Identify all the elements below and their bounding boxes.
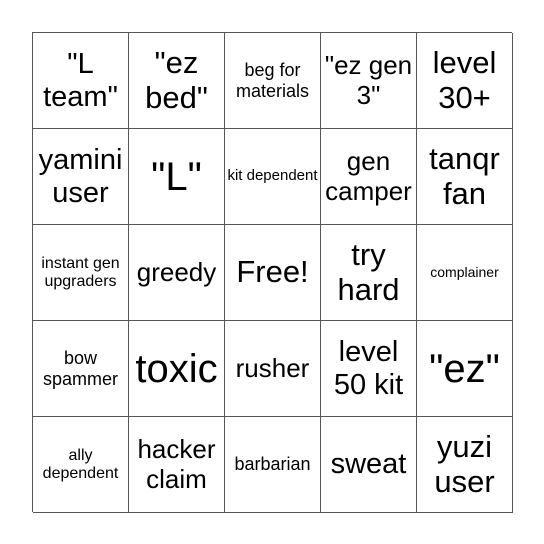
bingo-cell-text: kit dependent	[227, 167, 318, 185]
bingo-cell[interactable]: bow spammer	[33, 321, 129, 417]
bingo-cell-text: yuzi user	[434, 428, 495, 499]
bingo-cell[interactable]: yamini user	[33, 129, 129, 225]
bingo-cell[interactable]: "ez gen 3"	[321, 33, 417, 129]
bingo-cell[interactable]: tanqr fan	[417, 129, 513, 225]
bingo-cell-text: yamini user	[38, 144, 123, 209]
bingo-cell-text: hacker claim	[137, 434, 216, 494]
bingo-cell[interactable]: level 50 kit	[321, 321, 417, 417]
bingo-cell-text: level 50 kit	[333, 336, 404, 401]
bingo-cell-text: barbarian	[234, 454, 311, 475]
bingo-cell-text: "ez gen 3"	[324, 50, 413, 110]
bingo-cell[interactable]: rusher	[225, 321, 321, 417]
bingo-cell-text: "L"	[151, 154, 202, 199]
bingo-cell[interactable]: toxic	[129, 321, 225, 417]
bingo-cell-text: instant gen upgraders	[41, 254, 120, 290]
bingo-cell[interactable]: level 30+	[417, 33, 513, 129]
bingo-cell[interactable]: "ez"	[417, 321, 513, 417]
bingo-cell[interactable]: "ez bed"	[129, 33, 225, 129]
bingo-cell[interactable]: sweat	[321, 417, 417, 513]
bingo-cell-text: rusher	[235, 352, 310, 383]
bingo-cell[interactable]: ally dependent	[33, 417, 129, 513]
bingo-cell-text: beg for materials	[235, 60, 310, 101]
bingo-cell[interactable]: greedy	[129, 225, 225, 321]
bingo-cell-text: "L team"	[43, 48, 118, 113]
bingo-cell-text: "ez bed"	[145, 44, 208, 115]
bingo-cell-free[interactable]: Free!	[225, 225, 321, 321]
bingo-cell-text: bow spammer	[42, 348, 118, 389]
bingo-cell-text: toxic	[135, 346, 218, 391]
bingo-cell-text: try hard	[337, 236, 400, 307]
bingo-cell[interactable]: "L"	[129, 129, 225, 225]
bingo-cell[interactable]: yuzi user	[417, 417, 513, 513]
bingo-cell-text: "ez"	[429, 346, 500, 391]
bingo-cell-text: gen camper	[325, 146, 412, 206]
bingo-cell[interactable]: gen camper	[321, 129, 417, 225]
bingo-cell[interactable]: try hard	[321, 225, 417, 321]
bingo-cell-text: Free!	[236, 254, 309, 290]
bingo-cell[interactable]: kit dependent	[225, 129, 321, 225]
bingo-cell-text: greedy	[136, 256, 217, 287]
bingo-cell-text: ally dependent	[42, 446, 119, 482]
bingo-cell[interactable]: complainer	[417, 225, 513, 321]
bingo-cell-text: complainer	[430, 263, 499, 280]
bingo-cell[interactable]: hacker claim	[129, 417, 225, 513]
bingo-cell-text: tanqr fan	[429, 140, 500, 211]
bingo-cell[interactable]: barbarian	[225, 417, 321, 513]
bingo-cell-text: sweat	[330, 448, 407, 481]
bingo-cell[interactable]: "L team"	[33, 33, 129, 129]
bingo-cell[interactable]: instant gen upgraders	[33, 225, 129, 321]
bingo-grid: "L team" "ez bed" beg for materials "ez gen…	[32, 32, 513, 513]
bingo-cell[interactable]: beg for materials	[225, 33, 321, 129]
bingo-cell-text: level 30+	[432, 44, 497, 115]
